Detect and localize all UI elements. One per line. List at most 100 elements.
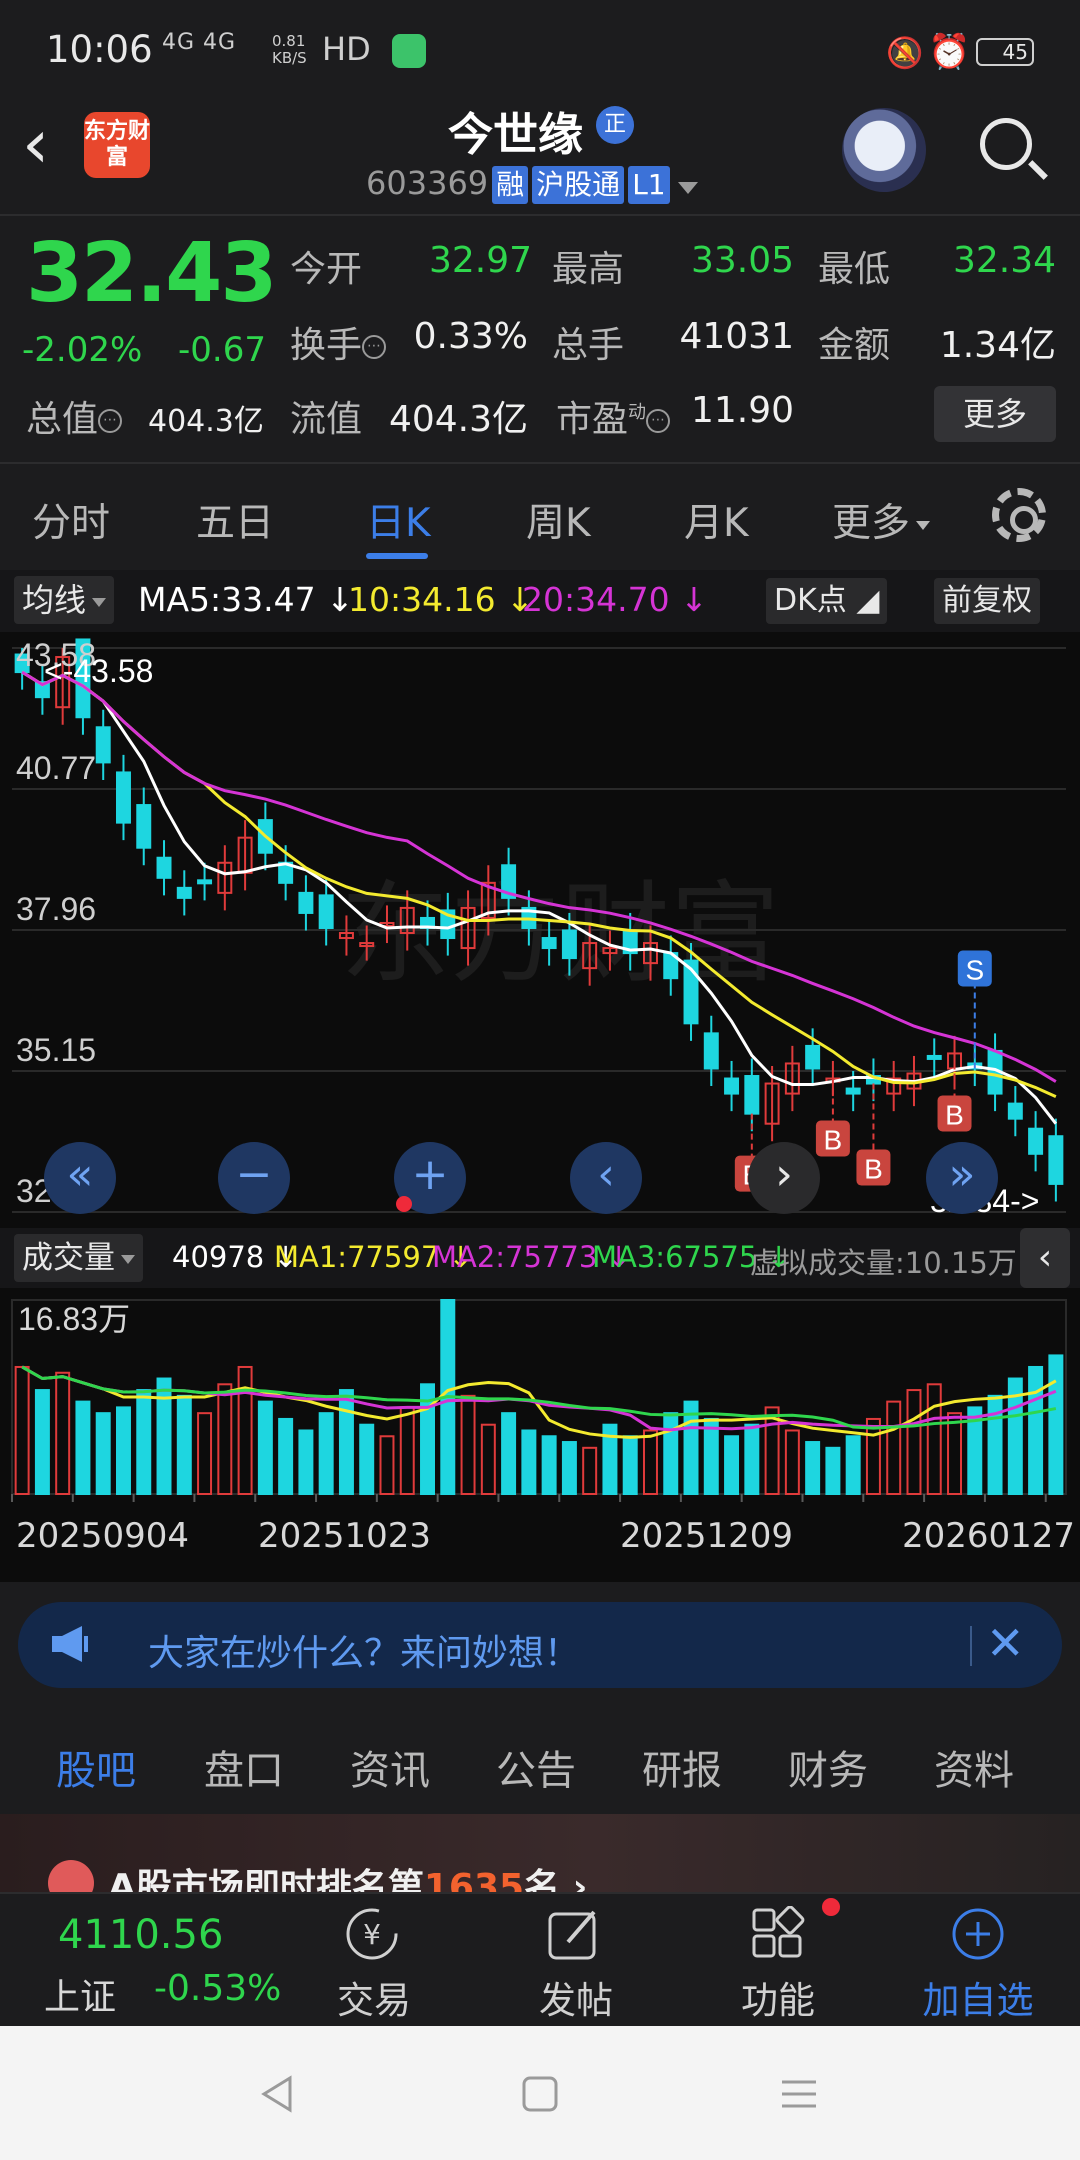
pe-value: 11.90 [690,390,794,431]
indicator-selector[interactable]: 均线 [14,576,115,624]
network-indicator: 4G 4G [162,30,237,55]
volume-bar [987,1394,1003,1495]
tab-five-day[interactable]: 五日 [196,492,274,548]
volume-bar [744,1423,760,1495]
candle-body [298,891,314,914]
candle-body [197,879,213,885]
add-watchlist-icon[interactable] [950,1906,1006,1962]
tab-more[interactable]: 更多 [832,492,931,548]
assistant-robot-icon[interactable] [842,108,926,192]
collapse-icon[interactable]: ‹ [1020,1228,1070,1288]
index-value[interactable]: 4110.56 [58,1912,223,1958]
alarm-icon: ⏰ [928,32,971,72]
adjust-selector[interactable]: 前复权 [934,578,1040,624]
low-value: 32.34 [952,240,1056,281]
volume-bar [561,1441,577,1496]
info-icon[interactable]: ⋯ [646,409,671,433]
ma10-legend: 10:34.16 ↓ [348,580,534,619]
header-divider [0,214,1080,216]
rewind-icon[interactable]: « [44,1142,116,1214]
close-icon[interactable]: ✕ [986,1616,1025,1670]
tab-forum[interactable]: 股吧 [56,1738,136,1796]
fast-forward-icon[interactable]: » [926,1142,998,1214]
margin-tag: 融 [492,166,529,204]
volume-bar [501,1412,517,1495]
volume-bar [75,1400,91,1495]
candle-body [1028,1127,1044,1155]
tab-announcements[interactable]: 公告 [496,1738,576,1796]
nav-trade[interactable]: 交易 [314,1970,434,2024]
index-change[interactable]: -0.53% [154,1968,281,2009]
banner-text[interactable]: 大家在炒什么？来问妙想！ [148,1624,580,1676]
tab-financials[interactable]: 财务 [788,1738,868,1796]
messaging-app-icon [392,34,426,68]
volume-bar [136,1389,152,1495]
tab-orderbook[interactable]: 盘口 [204,1738,284,1796]
turnover-value: 0.33% [413,316,528,357]
grid-functions-icon[interactable] [750,1906,806,1962]
volume-max-label: 16.83万 [18,1301,130,1337]
volume-label: 总手 [552,325,625,366]
system-back-icon[interactable] [258,2074,298,2114]
chevron-down-icon [92,597,107,607]
stock-code-row[interactable]: 603369 融沪股通 L1 [366,164,698,204]
megaphone-icon [52,1626,88,1662]
info-icon[interactable]: ⋯ [98,409,123,433]
volume-bar [886,1400,902,1495]
status-time: 10:06 [46,28,153,71]
volume-bar [278,1417,294,1495]
candle-body [541,937,557,950]
system-menu-icon[interactable] [780,2078,818,2110]
volume-value: 41031 [679,316,794,357]
nav-add-watchlist[interactable]: 加自选 [918,1970,1038,2024]
nav-functions[interactable]: 功能 [718,1970,838,2024]
volume-bar [95,1412,111,1495]
volume-bar [642,1429,658,1496]
volume-bar [460,1394,476,1495]
tab-research[interactable]: 研报 [642,1738,722,1796]
info-icon[interactable]: ⋯ [362,335,387,359]
volume-bar [622,1435,638,1495]
volume-indicator-selector[interactable]: 成交量 [14,1234,143,1282]
tab-intraday[interactable]: 分时 [32,492,110,548]
tab-daily-k[interactable]: 日K [366,492,431,548]
pan-right-icon[interactable]: › [748,1142,820,1214]
tab-profile[interactable]: 资料 [934,1738,1014,1796]
dk-point-selector[interactable]: DK点 ◢ [766,578,888,624]
volume-bar [176,1394,192,1495]
volume-bar [926,1383,942,1495]
trade-yen-icon[interactable]: ¥ [344,1906,400,1962]
nav-post[interactable]: 发帖 [516,1970,636,2024]
gear-icon[interactable] [992,488,1046,542]
high-price-label: <-43.58 [44,653,153,689]
volume-bar [115,1406,131,1495]
market-cap-value: 404.3亿 [148,404,264,439]
watermark: 东方财富 [340,873,780,996]
more-quote-button[interactable]: 更多 [934,386,1056,442]
edit-post-icon[interactable] [546,1906,602,1962]
candle-body [95,726,111,764]
svg-text:¥: ¥ [363,1918,381,1951]
signal-label: B [824,1125,843,1156]
tab-weekly-k[interactable]: 周K [526,492,591,548]
amount-label: 金额 [818,325,891,366]
signal-label: B [945,1099,964,1130]
quote-divider [0,462,1080,464]
tab-news[interactable]: 资讯 [350,1738,430,1796]
change-percent: -2.02% [22,330,143,370]
open-value: 32.97 [428,240,532,281]
system-home-icon[interactable] [522,2076,558,2112]
candle-body [115,771,131,824]
y-tick-label: 35.15 [16,1032,96,1068]
open-label: 今开 [290,249,363,290]
tab-monthly-k[interactable]: 月K [684,492,749,548]
official-badge: 正 [596,106,634,144]
back-icon[interactable]: ‹ [22,110,49,180]
index-name[interactable]: 上证 [44,1968,116,2020]
volume-bar [521,1429,537,1496]
active-tab-indicator [366,553,428,559]
zoom-out-icon[interactable]: − [218,1142,290,1214]
pan-left-icon[interactable]: ‹ [570,1142,642,1214]
volume-bar [318,1412,334,1495]
search-icon[interactable] [980,118,1032,170]
